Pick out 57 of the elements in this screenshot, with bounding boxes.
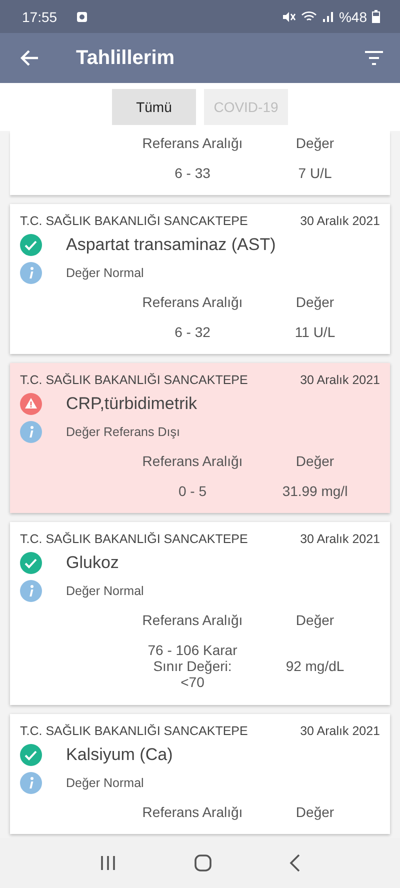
column-header: Değer (294, 294, 336, 310)
info-icon (20, 772, 42, 794)
result-card[interactable]: Referans Aralığı Değer 6 - 33 7 U/L (10, 131, 390, 196)
status-text: Değer Normal (66, 776, 144, 790)
lab-name: T.C. SAĞLIK BAKANLIĞI SANCAKTEPE (20, 373, 248, 388)
column-header: Değer (294, 612, 336, 628)
test-name: Aspartat transaminaz (AST) (66, 235, 276, 256)
column-header: Referans Aralığı (141, 135, 244, 151)
status-text: Değer Referans Dışı (66, 425, 180, 440)
column-header: Referans Aralığı (141, 612, 244, 628)
reference-range: 0 - 5 (177, 483, 208, 500)
result-value: 92 mg/dL (284, 658, 346, 674)
notification-icon (76, 10, 88, 22)
test-name: CRP,türbidimetrik (66, 394, 198, 414)
reference-range: 6 - 33 (174, 165, 212, 182)
info-icon (20, 421, 42, 444)
lab-name: T.C. SAĞLIK BAKANLIĞI SANCAKTEPE (20, 214, 248, 228)
home-icon[interactable] (194, 854, 212, 872)
result-value: 11 U/L (294, 324, 336, 340)
info-icon (20, 262, 42, 284)
back-icon[interactable] (20, 48, 40, 68)
recent-apps-icon[interactable] (98, 855, 117, 871)
column-header: Referans Aralığı (141, 804, 244, 820)
info-icon (20, 580, 42, 602)
reference-range: 76 - 106 Karar Sınır Değeri: <70 (146, 642, 238, 691)
status-text: Değer Normal (66, 584, 144, 598)
column-header: Değer (294, 804, 336, 820)
result-date: 30 Aralık 2021 (300, 724, 380, 738)
lab-name: T.C. SAĞLIK BAKANLIĞI SANCAKTEPE (20, 724, 248, 738)
filter-icon[interactable] (364, 50, 384, 66)
mute-icon (282, 10, 296, 22)
result-card[interactable]: T.C. SAĞLIK BAKANLIĞI SANCAKTEPE 30 Aralık 2021 Kalsiyum (Ca) Değer Normal Referans Aralığı Değer (10, 714, 390, 834)
status-text: Değer Normal (66, 266, 144, 280)
column-header: Değer (294, 453, 336, 470)
result-value: 7 U/L (297, 165, 333, 182)
signal-icon (322, 10, 334, 22)
result-card[interactable]: T.C. SAĞLIK BAKANLIĞI SANCAKTEPE 30 Aralık 2021 Aspartat transaminaz (AST) Değer Normal Referans Aralığı Değer 6 - 32 11 U/L (10, 204, 390, 354)
test-name: Kalsiyum (Ca) (66, 744, 173, 765)
result-card[interactable]: T.C. SAĞLIK BAKANLIĞI SANCAKTEPE 30 Aralık 2021 Glukoz Değer Normal Referans Aralığı Değer 76 - 106 Karar Sınır Değeri: <70 92 mg/dL (10, 522, 390, 705)
page-title: Tahlillerim (76, 46, 176, 70)
result-value: 31.99 mg/l (281, 483, 349, 500)
status-time: 17:55 (22, 8, 58, 24)
result-date: 30 Aralık 2021 (300, 214, 380, 228)
result-date: 30 Aralık 2021 (300, 532, 380, 546)
filter-tab[interactable]: Tümü (112, 89, 196, 125)
reference-range: 6 - 32 (174, 324, 212, 340)
column-header: Referans Aralığı (141, 294, 244, 310)
column-header: Değer (294, 135, 336, 151)
wifi-icon (300, 10, 317, 22)
test-name: Glukoz (66, 553, 119, 574)
lab-name: T.C. SAĞLIK BAKANLIĞI SANCAKTEPE (20, 532, 248, 546)
result-date: 30 Aralık 2021 (300, 373, 380, 388)
back-nav-icon[interactable] (289, 854, 302, 872)
column-header: Referans Aralığı (141, 453, 244, 470)
result-card[interactable]: T.C. SAĞLIK BAKANLIĞI SANCAKTEPE 30 Aralık 2021 CRP,türbidimetrik Değer Referans Dışı Referans Aralığı Değer 0 - 5 31.99 mg/l (10, 363, 390, 514)
battery-level: %48 (338, 8, 367, 24)
battery-icon (372, 10, 380, 23)
